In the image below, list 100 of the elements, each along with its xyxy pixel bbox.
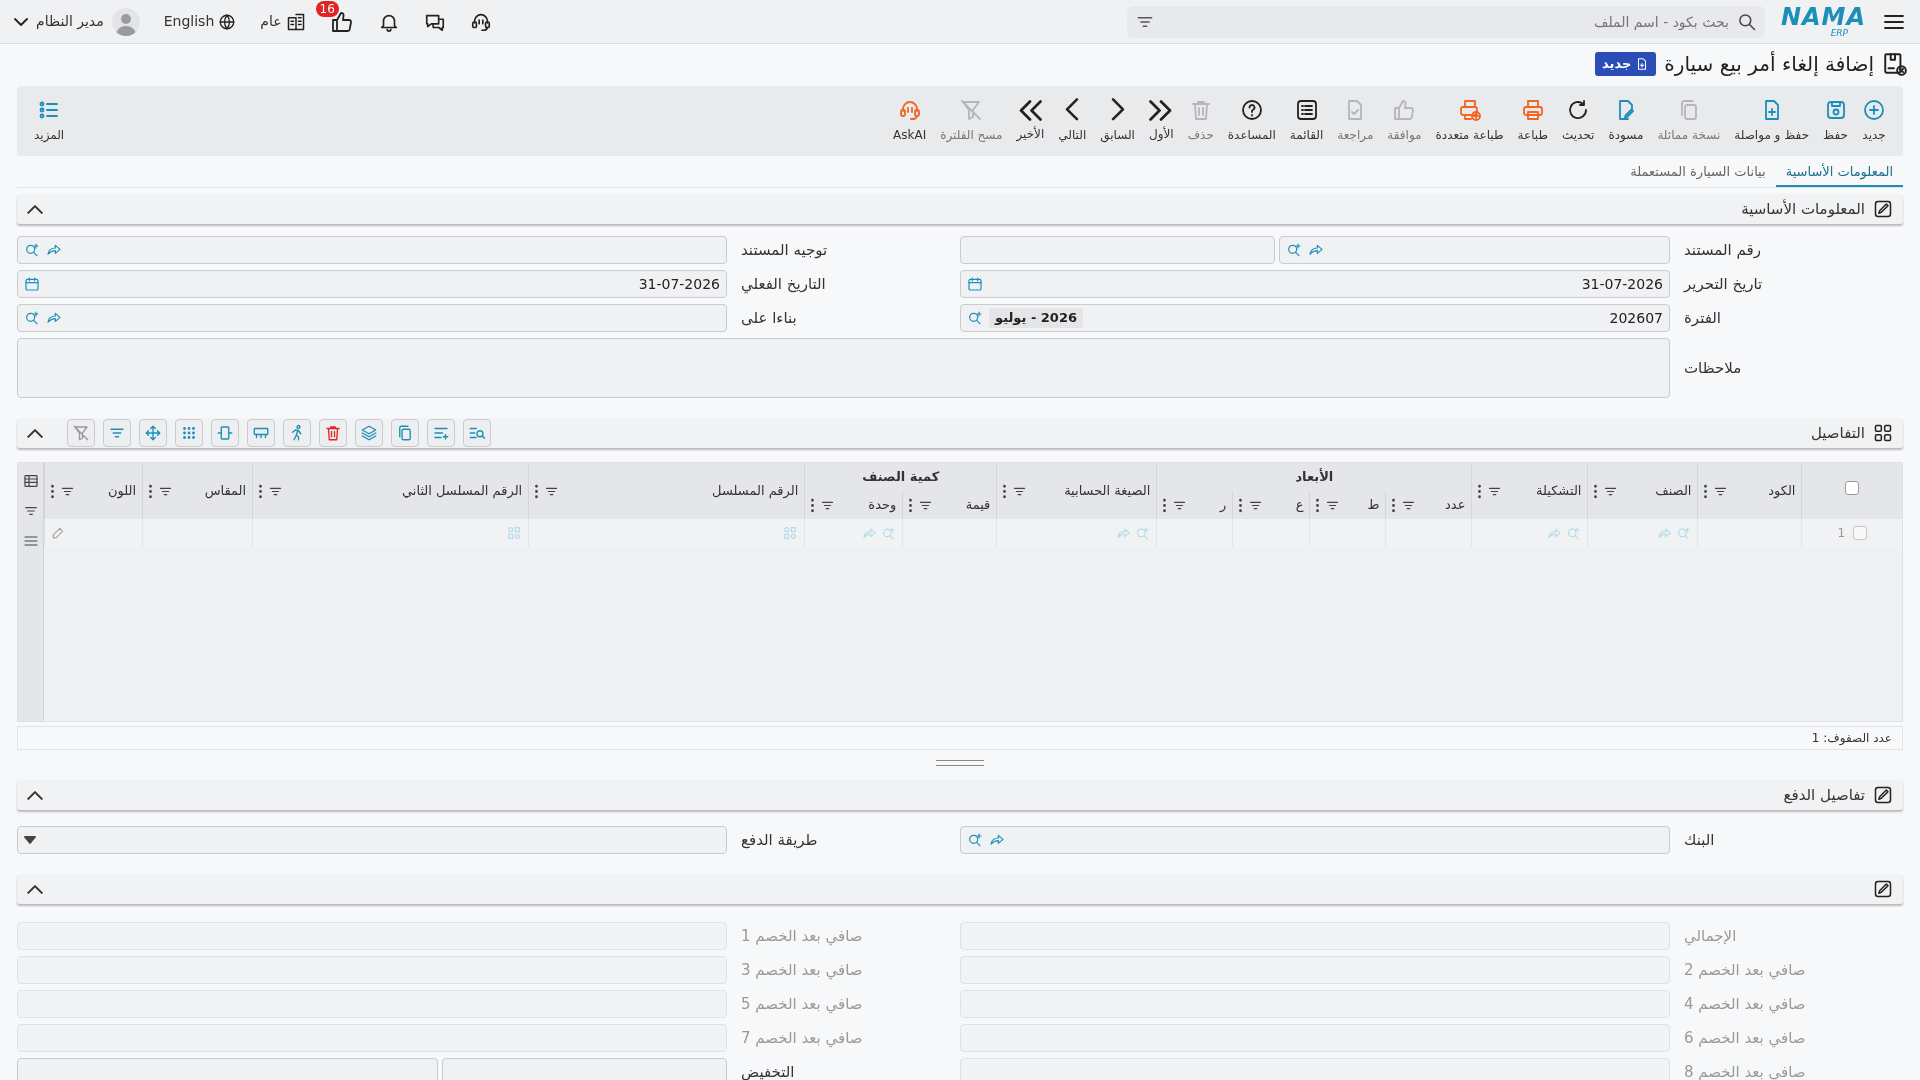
field-label: بناءا على (740, 307, 798, 329)
kebab-menu-icon[interactable] (1003, 483, 1007, 499)
kebab-menu-icon[interactable] (909, 497, 913, 513)
kebab-menu-icon[interactable] (51, 483, 54, 499)
field-label: صافي بعد الخصم 8 (1683, 1061, 1807, 1080)
chevron-up-icon[interactable] (27, 204, 43, 214)
field-label: توجيه المستند (740, 239, 829, 261)
chevron-down-icon[interactable] (14, 17, 28, 26)
lookup-field[interactable] (960, 826, 1670, 854)
notes-field[interactable] (17, 338, 1670, 398)
toolbar-button[interactable]: حفظ (1816, 94, 1855, 148)
kebab-menu-icon[interactable] (1163, 497, 1167, 513)
copy-icon (396, 424, 414, 442)
chevron-up-icon[interactable] (27, 884, 43, 894)
avatar[interactable] (111, 7, 140, 36)
filter-button[interactable] (103, 419, 131, 447)
column-header: المقاس (204, 482, 247, 501)
field-label: صافي بعد الخصم 5 (740, 993, 864, 1016)
filter-off-icon (72, 424, 90, 442)
date-field[interactable]: 31-07-2026 (960, 270, 1670, 298)
chevron-up-icon[interactable] (27, 790, 43, 800)
search-plus-icon[interactable] (967, 832, 983, 848)
kebab-menu-icon[interactable] (1704, 483, 1708, 499)
toolbar-button[interactable]: حفظ و مواصلة (1727, 94, 1817, 148)
search-list-button[interactable] (463, 419, 491, 447)
kebab-menu-icon[interactable] (1239, 497, 1243, 513)
toolbar-button[interactable]: طباعة (1510, 94, 1555, 148)
grid-icon[interactable] (1873, 423, 1893, 443)
user-name[interactable]: مدير النظام (36, 11, 104, 32)
search-plus-icon[interactable] (967, 310, 983, 326)
date-field[interactable]: 31-07-2026 (17, 270, 727, 298)
runner-button[interactable] (283, 419, 311, 447)
field-value: 31-07-2026 (1580, 274, 1663, 294)
layers-button[interactable] (355, 419, 383, 447)
kebab-menu-icon[interactable] (1594, 483, 1598, 499)
lookup-field[interactable] (1279, 236, 1670, 264)
resize-handle[interactable] (936, 760, 984, 766)
toolbar-button[interactable]: السابق (1093, 94, 1142, 148)
column-width-button[interactable] (211, 419, 239, 447)
input-field[interactable] (17, 1058, 438, 1080)
toolbar-button[interactable]: الأول (1141, 95, 1181, 147)
page-title: إضافة إلغاء أمر بيع سيارة (1664, 50, 1874, 78)
trash-button[interactable] (319, 419, 347, 447)
toolbar-button[interactable]: مسودة (1601, 94, 1651, 148)
column-group-header: كمية الصنف (862, 469, 940, 485)
kebab-menu-icon[interactable] (1478, 483, 1482, 499)
edit-icon[interactable] (1873, 879, 1893, 899)
building-icon[interactable] (285, 11, 306, 32)
table-rows-button[interactable] (247, 419, 275, 447)
toolbar-button[interactable]: طباعة متعددة (1428, 94, 1511, 148)
toolbar-button[interactable]: القائمة (1282, 94, 1331, 148)
toolbar-button[interactable]: المساعدة (1220, 94, 1283, 148)
toolbar-button[interactable]: التالي (1051, 94, 1094, 148)
kebab-menu-icon[interactable] (811, 497, 815, 513)
pencil-icon[interactable] (51, 526, 65, 540)
table-icon[interactable] (22, 473, 39, 489)
edit-icon[interactable] (1873, 199, 1893, 219)
kebab-menu-icon[interactable] (1316, 497, 1320, 513)
globe-icon[interactable] (218, 12, 237, 31)
list-icon (1294, 98, 1319, 122)
lookup-field[interactable] (17, 304, 727, 332)
calendar-icon[interactable] (967, 276, 983, 292)
checkbox[interactable] (1845, 481, 1860, 496)
toolbar-button[interactable]: جديد (1855, 94, 1893, 148)
copy-button[interactable] (391, 419, 419, 447)
column-header: ر (1220, 496, 1227, 515)
search-plus-icon[interactable] (24, 310, 40, 326)
search-plus-icon[interactable] (1286, 242, 1303, 258)
dots-grid-button[interactable] (175, 419, 203, 447)
more-button[interactable]: المزيد (27, 94, 72, 148)
input-field[interactable] (441, 1058, 727, 1080)
dropdown-field[interactable] (17, 826, 727, 854)
toolbar-button[interactable]: الأخير (1009, 95, 1052, 147)
kebab-menu-icon[interactable] (1392, 497, 1396, 513)
move-button[interactable] (139, 419, 167, 447)
field-label: رقم المستند (1683, 239, 1762, 261)
kebab-menu-icon[interactable] (149, 483, 153, 499)
checkbox[interactable] (1853, 526, 1868, 540)
toolbar-button[interactable]: AskAI (886, 94, 934, 148)
tab[interactable]: بيانات السيارة المستعملة (1620, 157, 1776, 187)
search-field[interactable]: بحث بكود - اسم الملف (1126, 5, 1765, 38)
layers-icon (360, 424, 378, 442)
lookup-field[interactable] (17, 236, 727, 264)
search-plus-icon[interactable] (24, 242, 40, 258)
language-link[interactable]: English (163, 11, 215, 32)
filter-off-button[interactable] (67, 419, 95, 447)
chevron-up-icon[interactable] (27, 428, 43, 438)
field-value: 31-07-2026 (637, 274, 720, 294)
tab[interactable]: المعلومات الأساسية (1775, 157, 1903, 187)
column-header: ط (1367, 496, 1380, 515)
calendar-icon[interactable] (24, 276, 40, 292)
column-header: الصيغة الحسابية (1064, 482, 1151, 501)
toolbar-button[interactable]: تحديث (1554, 94, 1602, 148)
company-name[interactable]: عام (260, 11, 282, 32)
edit-icon[interactable] (1873, 785, 1893, 805)
field-label: صافي بعد الخصم 6 (1683, 1027, 1807, 1050)
list-add-button[interactable] (427, 419, 455, 447)
kebab-menu-icon[interactable] (259, 483, 263, 499)
kebab-menu-icon[interactable] (535, 483, 539, 499)
input-field[interactable] (960, 236, 1276, 264)
